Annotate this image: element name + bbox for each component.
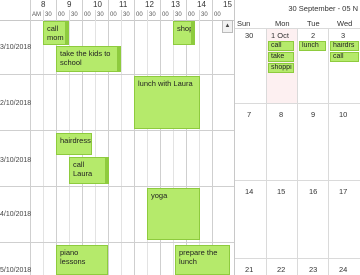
date-range-title: 30 September - 05 N [288,4,358,13]
hour-header: 13 [171,0,180,9]
day-divider [266,28,267,275]
row-date-label: 5/10/2018 [0,267,32,274]
slot-header: 30 [147,10,160,20]
slot-header: 00 [134,10,147,20]
event-title: hairdress [60,136,91,145]
row-date-label: 3/10/2018 [0,157,32,164]
slot-header: 00 [108,10,121,20]
row-date-label: 4/10/2018 [0,211,32,218]
row-divider [0,186,234,187]
slot-header: AM [30,10,41,20]
day-number[interactable]: 1 Oct [269,31,289,40]
day-divider [328,28,329,275]
hour-grid-line [108,0,109,275]
day-number[interactable]: 8 [277,110,283,119]
weekday-header: Wed [337,19,353,28]
slot-header: 30 [69,10,82,20]
hour-header: 8 [41,0,46,9]
hour-header: 14 [197,0,206,9]
scroll-up-button[interactable]: ▲ [222,20,233,33]
row-divider [0,242,234,243]
day-number[interactable]: 3 [339,31,345,40]
day-number[interactable]: 14 [243,187,253,196]
month-event-shopping[interactable]: shoppi [268,63,294,73]
event-resize-handle[interactable] [65,22,68,44]
hour-grid-line [30,0,31,275]
slot-header: 00 [56,10,69,20]
event-resize-handle[interactable] [105,158,108,183]
day-number[interactable]: 9 [309,110,315,119]
day-number[interactable]: 15 [275,187,285,196]
weekday-header: Tue [307,19,320,28]
event-call-laura[interactable]: call Laura [69,157,109,184]
day-divider [297,28,298,275]
event-title: call Laura [73,160,93,178]
slot-header: 30 [199,10,212,20]
event-title: piano lessons [60,248,86,266]
event-hairdress[interactable]: hairdress [56,133,92,155]
slot-header: 30 [43,10,56,20]
event-piano[interactable]: piano lessons [56,245,108,275]
grid-line [121,20,122,275]
event-title: lunch with Laura [138,79,193,88]
event-shop[interactable]: shop [173,21,195,45]
row-divider [0,130,234,131]
slot-header: 30 [173,10,186,20]
weekday-header: Mon [275,19,290,28]
month-event-lunch[interactable]: lunch [299,41,326,51]
day-number[interactable]: 7 [245,110,251,119]
grid-line [43,20,44,275]
month-event-hairdress[interactable]: hairdrs [330,41,359,51]
hour-header: 9 [67,0,72,9]
event-yoga[interactable]: yoga [147,188,200,240]
row-date-label: 3/10/2018 [0,44,32,51]
hour-grid-line [212,0,213,275]
event-resize-handle[interactable] [191,22,194,44]
hour-grid-line [134,0,135,275]
day-number[interactable]: 24 [337,265,347,274]
event-title: prepare the lunch [179,248,218,266]
slot-header: 30 [95,10,108,20]
row-date-label: 2/10/2018 [0,100,32,107]
month-event-call[interactable]: call [330,52,359,62]
row-divider [0,74,234,75]
hour-header: 11 [119,0,128,9]
weekday-header: Sun [237,19,251,28]
slot-header: 00 [212,10,221,20]
day-number[interactable]: 16 [307,187,317,196]
event-title: take the kids to school [60,49,111,67]
day-number[interactable]: 10 [337,110,347,119]
day-number[interactable]: 22 [275,265,285,274]
hour-header: 15 [223,0,232,9]
slot-header: 00 [82,10,95,20]
event-take-kids[interactable]: take the kids to school [56,46,121,72]
slot-header: 00 [160,10,173,20]
event-title: yoga [151,191,168,200]
day-number[interactable]: 30 [243,31,253,40]
month-event-take[interactable]: take [268,52,294,62]
event-call-mom[interactable]: call mom [43,21,69,45]
timeline-view: 8 9 10 11 12 13 14 15 AM 30 00 30 00 30 … [0,0,234,275]
hour-header: 10 [93,0,102,9]
day-number[interactable]: 2 [309,31,315,40]
day-number[interactable]: 17 [337,187,347,196]
event-resize-handle[interactable] [117,47,120,71]
day-number[interactable]: 23 [307,265,317,274]
slot-header: 00 [186,10,199,20]
event-prepare-lunch[interactable]: prepare the lunch [175,245,230,275]
event-title: call mom [47,24,64,42]
event-lunch-laura[interactable]: lunch with Laura [134,76,200,129]
month-view: 30 September - 05 N Sun Mon Tue Wed 30 1… [234,0,360,275]
slot-header: 30 [121,10,134,20]
day-number[interactable]: 21 [243,265,253,274]
hour-header: 12 [145,0,154,9]
month-event-call[interactable]: call [268,41,294,51]
